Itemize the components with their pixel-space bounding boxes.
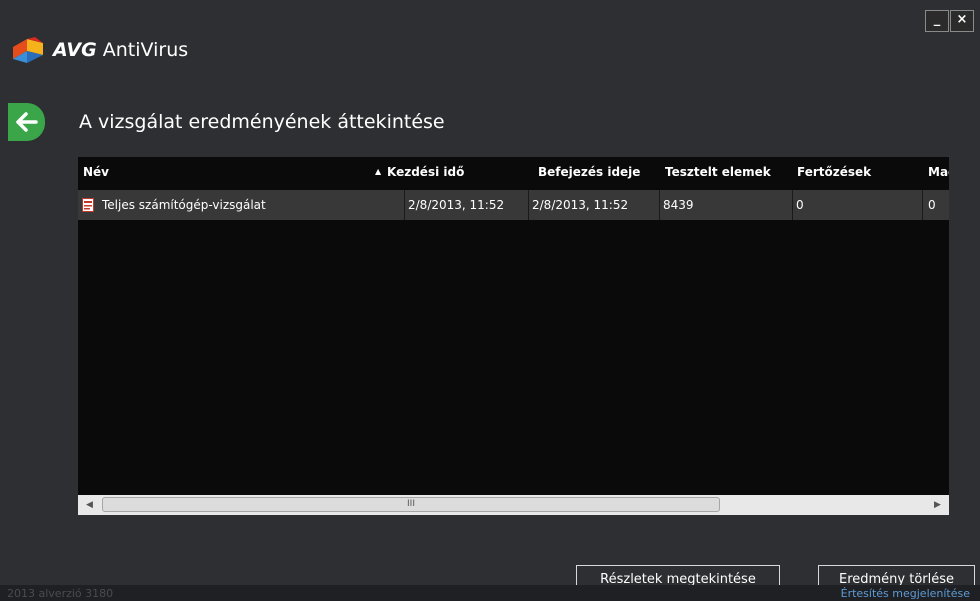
app-logo: AVG AntiVirus — [13, 37, 188, 63]
column-header-infections[interactable]: Fertőzések — [797, 157, 915, 187]
table-header: Név ▲ Kezdési idő Befejezés ideje Teszte… — [78, 157, 949, 187]
cell-tested-items: 8439 — [660, 190, 793, 220]
column-header-end-time[interactable]: Befejezés ideje — [538, 157, 662, 187]
show-notification-link[interactable]: Értesítés megjelenítése — [841, 587, 970, 600]
page-title: A vizsgálat eredményének áttekintése — [79, 111, 445, 133]
cell-end-time: 2/8/2013, 11:52 — [529, 190, 660, 220]
column-header-high[interactable]: Magas — [928, 157, 949, 187]
scrollbar-thumb[interactable]: III — [102, 497, 720, 512]
horizontal-scrollbar[interactable]: ◀ III ▶ — [78, 495, 949, 515]
scroll-left-button[interactable]: ◀ — [81, 495, 98, 515]
back-button[interactable] — [8, 103, 45, 141]
cell-high: 0 — [923, 190, 949, 220]
column-header-tested-items[interactable]: Tesztelt elemek — [665, 157, 793, 187]
column-header-name[interactable]: Név — [83, 157, 373, 187]
scroll-right-button[interactable]: ▶ — [929, 495, 946, 515]
column-header-start-time[interactable]: Kezdési idő — [387, 157, 527, 187]
scan-name: Teljes számítógép-vizsgálat — [102, 198, 266, 212]
footer-bar — [0, 585, 980, 601]
version-label: 2013 alverzió 3180 — [7, 587, 114, 600]
avg-logo-icon — [13, 37, 43, 63]
cell-infections: 0 — [793, 190, 923, 220]
scan-results-table: Név ▲ Kezdési idő Befejezés ideje Teszte… — [78, 157, 949, 515]
arrow-left-icon — [15, 112, 38, 132]
cell-start-time: 2/8/2013, 11:52 — [405, 190, 529, 220]
minimize-button[interactable]: _ — [925, 10, 949, 32]
sort-ascending-icon: ▲ — [375, 167, 382, 176]
table-row[interactable]: Teljes számítógép-vizsgálat 2/8/2013, 11… — [78, 190, 949, 220]
cell-name: Teljes számítógép-vizsgálat — [78, 190, 405, 220]
scan-report-icon — [82, 198, 94, 212]
brand-name: AVG — [53, 39, 97, 61]
product-name: AntiVirus — [102, 39, 189, 61]
close-button[interactable]: × — [950, 10, 974, 32]
